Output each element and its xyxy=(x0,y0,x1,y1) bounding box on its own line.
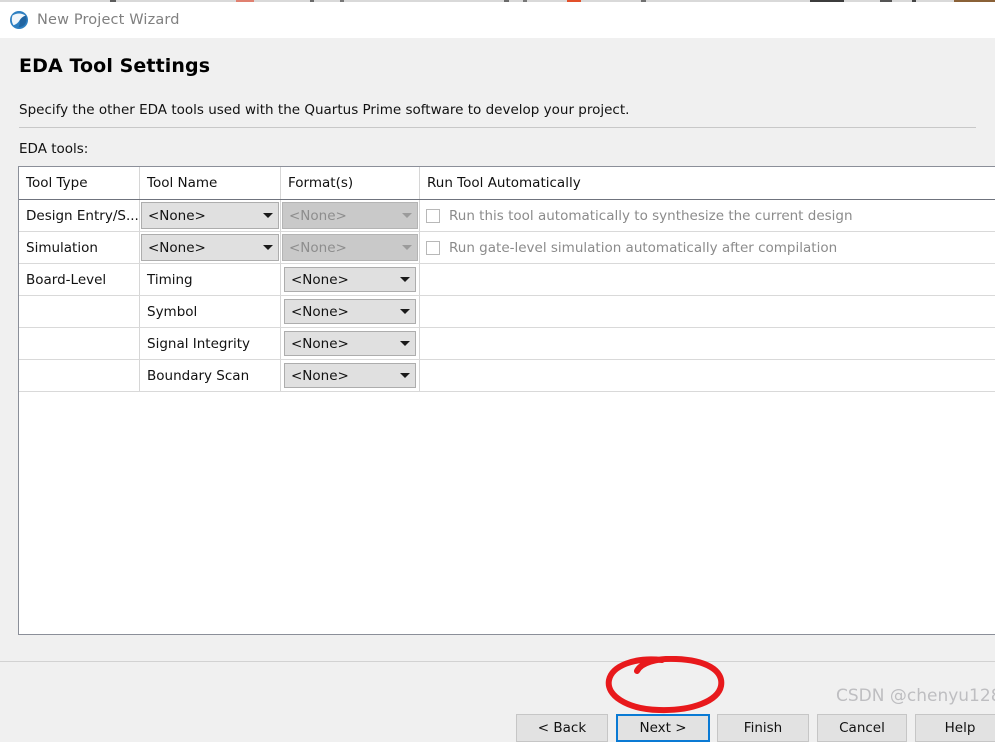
chevron-down-icon xyxy=(395,364,415,387)
back-button[interactable]: < Back xyxy=(516,714,608,742)
cell-format: <None> xyxy=(281,296,420,327)
page-title: EDA Tool Settings xyxy=(19,55,211,77)
run-auto-checkbox-row-design-entry[interactable]: Run this tool automatically to synthesiz… xyxy=(420,200,995,231)
cell-run-automatically xyxy=(420,296,995,327)
run-auto-label: Run this tool automatically to synthesiz… xyxy=(449,207,853,224)
tool-type-label: Design Entry/S... xyxy=(26,207,139,224)
table-header-row: Tool Type Tool Name Format(s) Run Tool A… xyxy=(19,167,995,200)
next-button[interactable]: Next > xyxy=(616,714,710,742)
help-button[interactable]: Help xyxy=(915,714,995,742)
cell-run-automatically: Run gate-level simulation automatically … xyxy=(420,232,995,263)
format-combo-design-entry: <None> xyxy=(282,202,418,229)
window-title: New Project Wizard xyxy=(37,12,180,28)
cell-run-automatically xyxy=(420,328,995,359)
column-header-tool-type[interactable]: Tool Type xyxy=(19,167,140,199)
cell-tool-name: <None> xyxy=(140,232,281,263)
cell-tool-name: Signal Integrity xyxy=(140,328,281,359)
cell-tool-type xyxy=(19,296,140,327)
cancel-button[interactable]: Cancel xyxy=(817,714,907,742)
format-combo-symbol[interactable]: <None> xyxy=(284,299,416,324)
cell-tool-name: <None> xyxy=(140,200,281,231)
tool-name-label: Symbol xyxy=(147,303,198,320)
tool-type-label: Simulation xyxy=(26,239,98,256)
tool-name-combo-simulation[interactable]: <None> xyxy=(141,234,279,261)
column-header-tool-name[interactable]: Tool Name xyxy=(140,167,281,199)
format-combo-timing[interactable]: <None> xyxy=(284,267,416,292)
table-row: Boundary Scan <None> xyxy=(19,360,995,392)
combo-value: <None> xyxy=(291,367,349,384)
tool-name-label: Signal Integrity xyxy=(147,335,251,352)
cell-tool-name: Boundary Scan xyxy=(140,360,281,391)
eda-tools-table: Tool Type Tool Name Format(s) Run Tool A… xyxy=(18,166,995,635)
cell-tool-type: Board-Level xyxy=(19,264,140,295)
cell-format: <None> xyxy=(281,360,420,391)
table-row: Design Entry/S... <None> <None> Run this… xyxy=(19,200,995,232)
tool-name-combo-design-entry[interactable]: <None> xyxy=(141,202,279,229)
run-auto-checkbox-simulation[interactable] xyxy=(426,240,440,255)
cell-run-automatically xyxy=(420,264,995,295)
combo-value: <None> xyxy=(291,335,349,352)
quartus-globe-icon xyxy=(10,11,28,29)
chevron-down-icon xyxy=(397,235,417,260)
format-combo-signal-integrity[interactable]: <None> xyxy=(284,331,416,356)
header-divider xyxy=(19,127,976,128)
run-auto-label: Run gate-level simulation automatically … xyxy=(449,239,838,256)
chevron-down-icon xyxy=(395,268,415,291)
cell-format: <None> xyxy=(281,232,420,263)
tool-name-label: Boundary Scan xyxy=(147,367,250,384)
combo-value: <None> xyxy=(291,303,349,320)
format-combo-boundary-scan[interactable]: <None> xyxy=(284,363,416,388)
run-auto-checkbox-row-simulation[interactable]: Run gate-level simulation automatically … xyxy=(420,232,995,263)
tool-type-label: Board-Level xyxy=(26,271,107,288)
dialog-body: EDA Tool Settings Specify the other EDA … xyxy=(0,38,995,742)
combo-value: <None> xyxy=(148,239,206,256)
cell-tool-type: Simulation xyxy=(19,232,140,263)
chevron-down-icon xyxy=(395,300,415,323)
cell-format: <None> xyxy=(281,264,420,295)
column-header-formats[interactable]: Format(s) xyxy=(281,167,420,199)
window-titlebar: New Project Wizard xyxy=(0,2,995,38)
finish-button[interactable]: Finish xyxy=(717,714,809,742)
table-row: Simulation <None> <None> Run gate-level … xyxy=(19,232,995,264)
run-auto-checkbox-design-entry[interactable] xyxy=(426,208,440,223)
cell-run-automatically: Run this tool automatically to synthesiz… xyxy=(420,200,995,231)
combo-value: <None> xyxy=(289,207,347,224)
page-description: Specify the other EDA tools used with th… xyxy=(19,102,630,118)
cell-format: <None> xyxy=(281,200,420,231)
cell-tool-type xyxy=(19,328,140,359)
chevron-down-icon xyxy=(258,235,278,260)
combo-value: <None> xyxy=(289,239,347,256)
eda-tools-label: EDA tools: xyxy=(19,141,89,157)
chevron-down-icon xyxy=(395,332,415,355)
chevron-down-icon xyxy=(258,203,278,228)
column-header-run-tool-automatically[interactable]: Run Tool Automatically xyxy=(420,167,995,199)
cell-tool-name: Timing xyxy=(140,264,281,295)
cell-format: <None> xyxy=(281,328,420,359)
table-row: Signal Integrity <None> xyxy=(19,328,995,360)
button-bar: < Back Next > Finish Cancel Help xyxy=(0,662,995,742)
chevron-down-icon xyxy=(397,203,417,228)
format-combo-simulation: <None> xyxy=(282,234,418,261)
combo-value: <None> xyxy=(291,271,349,288)
combo-value: <None> xyxy=(148,207,206,224)
cell-tool-type: Design Entry/S... xyxy=(19,200,140,231)
table-row: Board-Level Timing <None> xyxy=(19,264,995,296)
table-row: Symbol <None> xyxy=(19,296,995,328)
cell-tool-type xyxy=(19,360,140,391)
cell-tool-name: Symbol xyxy=(140,296,281,327)
cell-run-automatically xyxy=(420,360,995,391)
tool-name-label: Timing xyxy=(147,271,193,288)
